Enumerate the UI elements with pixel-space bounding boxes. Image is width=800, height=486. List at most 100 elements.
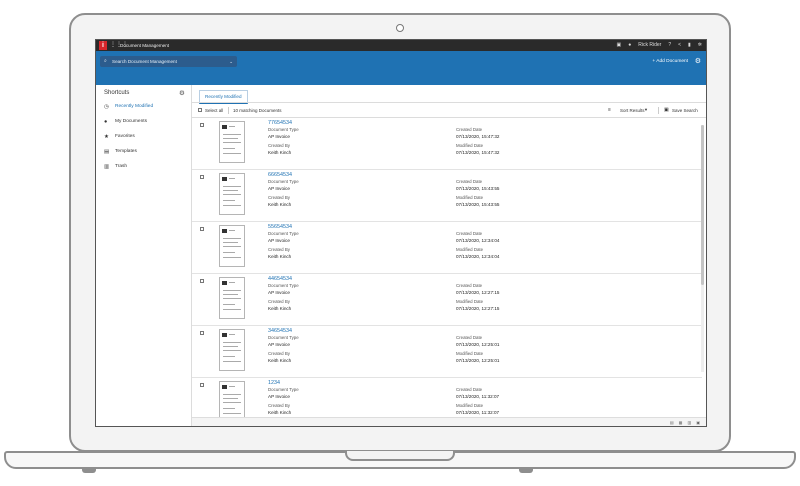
header-bar: ⌕ Search Document Management ⌄ + Add Doc… [96,51,706,85]
sidebar-item-label: Recently Modified [115,104,154,109]
document-thumbnail[interactable] [219,173,245,215]
results-toolbar: Select all 10 matching Documents ≡ Sort … [192,104,706,116]
save-icon[interactable]: ▣ [664,107,669,113]
document-thumbnail[interactable] [219,329,245,371]
created-date-label: Created Date [456,179,483,184]
document-id-link[interactable]: 77654534 [268,120,292,127]
laptop-foot [519,469,533,473]
modified-date-label: Modified Date [456,299,484,304]
scrollbar-thumb[interactable] [701,125,704,285]
created-by-value: Keith Kinch [268,150,292,155]
list-item[interactable]: 77654534 Document Type AP Invoice Create… [192,117,702,170]
row-checkbox[interactable] [200,383,204,387]
laptop-notch [345,451,455,461]
list-item[interactable]: 34654534 Document Type AP Invoice Create… [192,325,702,378]
row-checkbox[interactable] [200,227,204,231]
created-by-label: Created By [268,143,290,148]
created-date-value: 07/13/2020, 11:32:07 [456,394,500,399]
search-input[interactable]: ⌕ Search Document Management ⌄ [100,56,237,67]
created-by-label: Created By [268,351,290,356]
settings-icon[interactable]: ✲ [698,41,702,50]
sidebar-item-trash[interactable]: ▥ Trash [96,161,191,173]
search-icon: ⌕ [104,58,107,64]
created-date-label: Created Date [456,283,483,288]
save-search-button[interactable]: Save Search [672,108,698,113]
created-date-value: 07/13/2020, 15:47:32 [456,134,500,139]
row-checkbox[interactable] [200,123,204,127]
inbox-icon[interactable]: ▣ [617,41,622,50]
document-list: 77654534 Document Type AP Invoice Create… [192,117,706,417]
list-item[interactable]: 55654534 Document Type AP Invoice Create… [192,221,702,274]
tile-view-icon[interactable]: ▣ [696,420,700,426]
row-checkbox[interactable] [200,279,204,283]
modified-date-value: 07/13/2020, 12:25:01 [456,358,500,363]
document-id-link[interactable]: 66654534 [268,172,292,179]
caret-down-icon[interactable]: ▼ [644,107,648,112]
laptop-foot [82,469,96,473]
document-type-label: Document Type [268,283,299,288]
document-id-link[interactable]: 34654534 [268,328,292,335]
document-type-label: Document Type [268,387,299,392]
grid-view-icon[interactable]: ▦ [679,420,683,426]
created-date-value: 07/13/2020, 15:43:55 [456,186,500,191]
created-date-label: Created Date [456,335,483,340]
document-type-label: Document Type [268,335,299,340]
help-icon[interactable]: ? [668,41,671,50]
gear-icon[interactable]: ⚙ [695,57,701,66]
sidebar-item-templates[interactable]: ▤ Templates [96,146,191,158]
share-icon[interactable]: < [678,41,681,50]
document-type-value: AP Invoice [268,342,290,347]
row-checkbox[interactable] [200,331,204,335]
modified-date-label: Modified Date [456,247,484,252]
document-thumbnail[interactable] [219,381,245,417]
document-id-link[interactable]: 55654534 [268,224,292,231]
created-by-value: Keith Kinch [268,202,292,207]
document-id-link[interactable]: 44654534 [268,276,292,283]
list-item[interactable]: 44654534 Document Type AP Invoice Create… [192,273,702,326]
document-thumbnail[interactable] [219,225,245,267]
sidebar-title: Shortcuts [104,90,130,96]
webcam [396,24,404,32]
sidebar-item-recently-modified[interactable]: ◷ Recently Modified [96,101,191,113]
row-checkbox[interactable] [200,175,204,179]
list-view-icon[interactable]: ▤ [670,420,674,426]
created-by-value: Keith Kinch [268,358,292,363]
sidebar: Shortcuts ⚙ ◷ Recently Modified ● My Doc… [96,85,192,426]
screen: i ⋮⋮⋮ Document Management ▣ ● Rick Rider… [95,39,707,427]
document-type-value: AP Invoice [268,134,290,139]
select-all-checkbox[interactable] [198,108,202,112]
document-type-value: AP Invoice [268,290,290,295]
app-logo[interactable]: i [99,41,107,50]
sidebar-item-label: My Documents [115,119,147,124]
bookmark-icon[interactable]: ▮ [688,41,691,50]
created-date-label: Created Date [456,127,483,132]
add-document-button[interactable]: + Add Document [652,58,688,65]
modified-date-label: Modified Date [456,351,484,356]
document-id-link[interactable]: 1234 [268,380,280,387]
document-thumbnail[interactable] [219,121,245,163]
sort-results-button[interactable]: Sort Results [620,108,645,113]
user-name[interactable]: Rick Rider [638,41,661,50]
detail-view-icon[interactable]: ▥ [687,420,691,426]
filter-icon[interactable]: ≡ [608,107,611,113]
chevron-down-icon[interactable]: ⌄ [229,56,233,67]
document-type-value: AP Invoice [268,238,290,243]
sidebar-item-my-documents[interactable]: ● My Documents [96,116,191,128]
sidebar-item-favorites[interactable]: ★ Favorites [96,131,191,143]
top-bar-actions: ▣ ● Rick Rider ? < ▮ ✲ [617,41,703,50]
created-by-label: Created By [268,195,290,200]
top-bar: i ⋮⋮⋮ Document Management ▣ ● Rick Rider… [96,40,706,51]
document-thumbnail[interactable] [219,277,245,319]
select-all-label[interactable]: Select all [205,108,223,113]
user-icon: ● [104,119,108,125]
created-by-label: Created By [268,247,290,252]
gear-icon[interactable]: ⚙ [179,89,185,97]
list-item[interactable]: 1234 Document Type AP Invoice Created By… [192,377,702,417]
document-type-label: Document Type [268,179,299,184]
list-item[interactable]: 66654534 Document Type AP Invoice Create… [192,169,702,222]
user-icon[interactable]: ● [628,41,631,50]
modified-date-label: Modified Date [456,143,484,148]
trash-icon: ▥ [104,164,110,170]
created-date-value: 07/13/2020, 12:25:01 [456,342,500,347]
modified-date-value: 07/13/2020, 11:32:07 [456,410,500,415]
